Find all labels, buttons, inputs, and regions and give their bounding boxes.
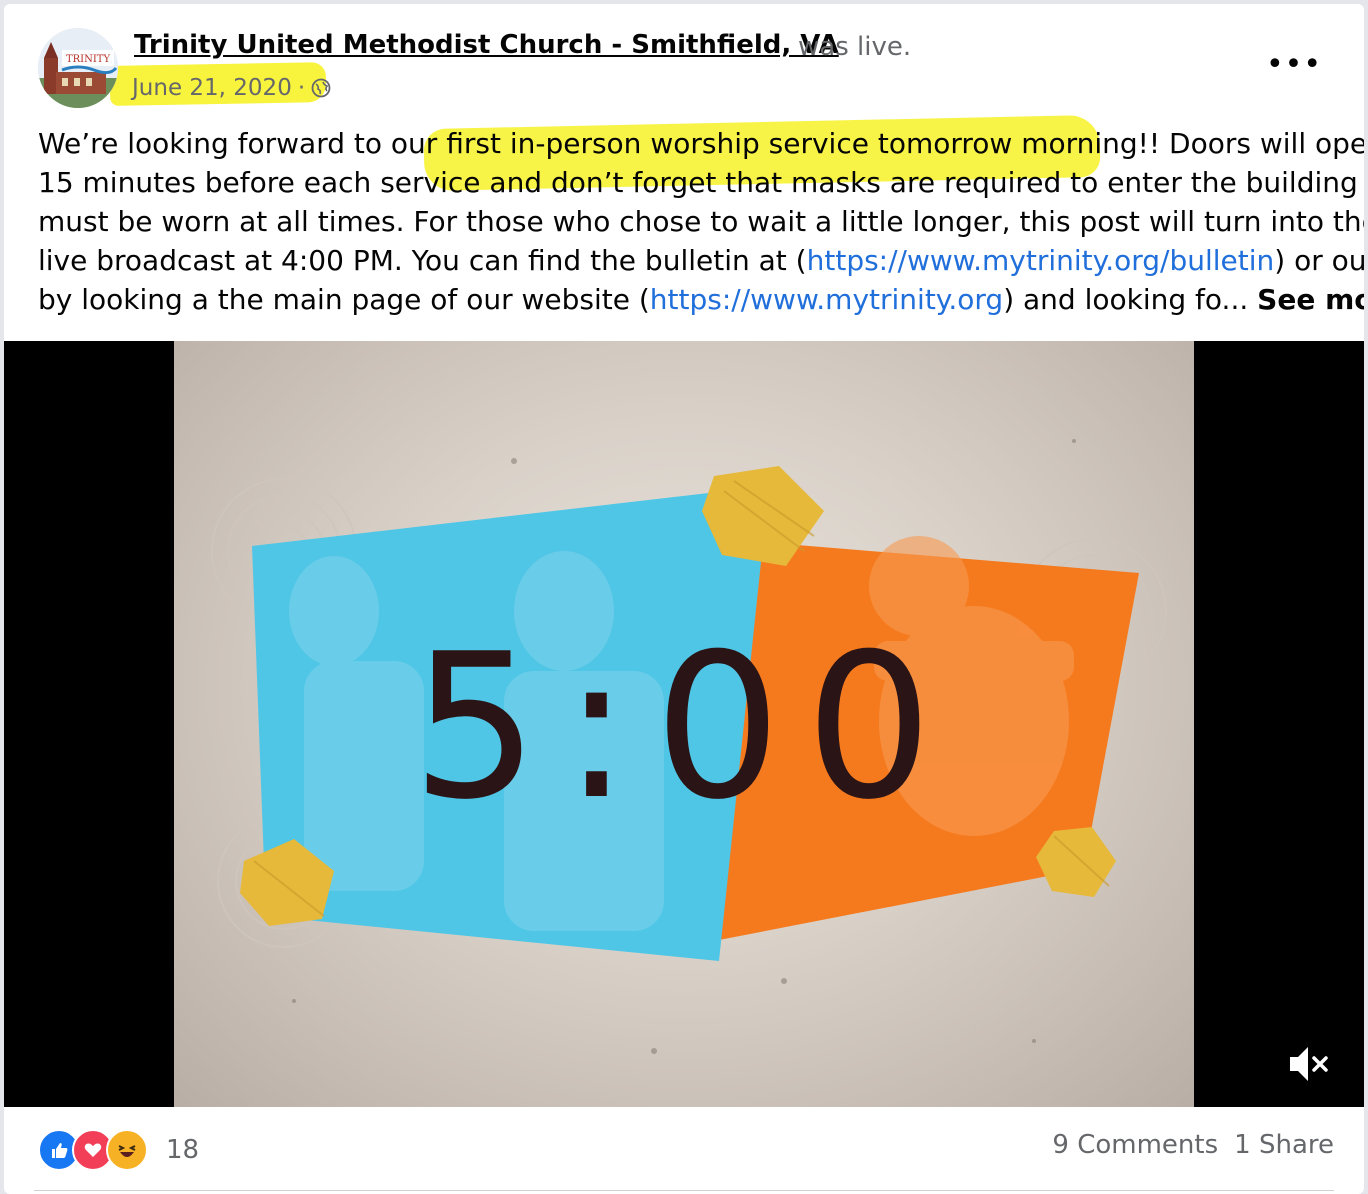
text-fragment: live broadcast at 4:00 PM. You can find … <box>38 244 807 277</box>
page-avatar[interactable]: TRINITY <box>38 28 118 108</box>
post-text-line: live broadcast at 4:00 PM. You can find … <box>38 241 1364 280</box>
post-body: We’re looking forward to our first in-pe… <box>38 124 1364 319</box>
engagement-stats: 9 Comments 1 Share <box>1052 1130 1334 1160</box>
post-date[interactable]: June 21, 2020 <box>132 75 292 101</box>
more-options-button[interactable]: ••• <box>1266 44 1321 84</box>
speaker-muted-icon[interactable] <box>1284 1041 1332 1087</box>
post-text-line: must be worn at all times. For those who… <box>38 205 1364 238</box>
comments-link[interactable]: 9 Comments <box>1052 1130 1218 1160</box>
video-frame: 5:00 <box>174 341 1194 1107</box>
divider <box>34 1190 1334 1191</box>
page-name-link[interactable]: Trinity United Methodist Church - Smithf… <box>134 30 839 60</box>
website-link[interactable]: https://www.mytrinity.org <box>650 283 1003 316</box>
bulletin-link[interactable]: https://www.mytrinity.org/bulletin <box>807 244 1275 277</box>
reaction-count: 18 <box>166 1135 200 1165</box>
post-card: TRINITY Trinity United Methodist Church … <box>4 4 1364 1194</box>
text-fragment: ) and looking fo... <box>1003 283 1249 316</box>
live-status: was live. <box>798 32 912 62</box>
reactions-summary[interactable]: 18 <box>38 1128 199 1172</box>
video-player[interactable]: 5:00 <box>4 341 1364 1107</box>
see-more-button[interactable]: See more <box>1257 283 1364 316</box>
countdown-text: 5:00 <box>411 611 956 844</box>
post-meta: June 21, 2020 · <box>132 72 331 104</box>
shares-link[interactable]: 1 Share <box>1234 1130 1334 1160</box>
haha-icon <box>106 1129 148 1171</box>
post-text-line: We’re looking forward to our first in-pe… <box>38 127 1364 160</box>
post-text-line: by looking a the main page of our websit… <box>38 280 1364 319</box>
text-fragment: by looking a the main page of our websit… <box>38 283 650 316</box>
text-fragment: ) or our <box>1274 244 1364 277</box>
meta-separator: · <box>297 75 306 101</box>
globe-icon <box>311 78 331 98</box>
svg-text:TRINITY: TRINITY <box>66 54 111 65</box>
post-text-line: 15 minutes before each service and don’t… <box>38 166 1364 199</box>
